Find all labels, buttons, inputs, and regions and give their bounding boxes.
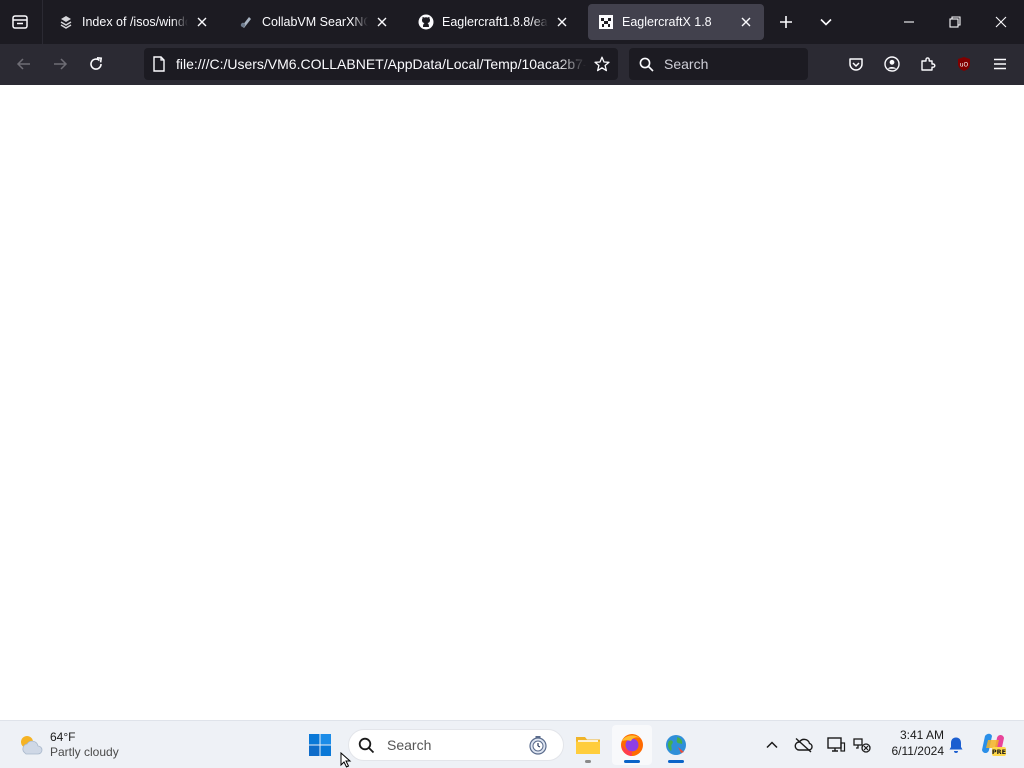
reload-button[interactable] [80,48,112,80]
search-bar[interactable] [629,48,808,80]
arrow-right-icon [54,58,68,70]
ublock-origin-icon: uO [958,57,970,71]
taskbar-search-input[interactable] [385,736,519,754]
chevron-down-icon [820,18,832,26]
list-all-tabs-button[interactable] [812,8,840,36]
extensions-button[interactable] [912,48,944,80]
taskbar-network-app[interactable] [656,725,696,765]
display-status[interactable] [824,733,848,757]
arrow-left-icon [16,58,30,70]
search-input[interactable] [662,55,796,73]
tab-close-icon[interactable] [554,14,570,30]
copilot-icon: PRE [982,733,1006,756]
restore-button[interactable] [932,0,978,44]
new-tab-button[interactable] [772,8,800,36]
puzzle-icon [921,57,936,71]
navigation-toolbar: file:///C:/Users/VM6.COLLABNET/AppData/L… [0,44,1024,85]
firefox-view-button[interactable] [6,8,34,36]
weather-widget[interactable]: 64°F Partly cloudy [16,727,119,763]
show-hidden-icons-button[interactable] [760,733,784,757]
minimize-icon [904,21,914,23]
tab-github-eaglercraft[interactable]: Eaglercraft1.8.8/eaglercraft [408,4,580,40]
display-icon [827,737,846,752]
file-icon [153,56,165,72]
taskbar-firefox[interactable] [612,725,652,765]
close-window-button[interactable] [978,0,1024,44]
taskbar-file-explorer[interactable] [568,725,608,765]
folder-icon [576,737,600,754]
running-indicator [624,760,640,763]
pocket-icon [849,58,863,71]
restore-icon [949,16,961,28]
start-button[interactable] [300,725,340,765]
tab-title: Index of /isos/windows [82,15,188,29]
back-button[interactable] [8,48,40,80]
site-favicon-stack-icon [58,14,74,30]
windows-start-icon [309,734,331,756]
plus-icon [780,16,792,28]
taskbar-search[interactable] [348,729,564,761]
bell-icon [949,737,963,753]
cloud-offline-icon [794,737,813,753]
page-content[interactable] [0,85,1024,720]
tab-index-of-isos[interactable]: Index of /isos/windows [48,4,220,40]
search-icon [358,737,375,753]
account-button[interactable] [876,48,908,80]
pocket-button[interactable] [840,48,872,80]
star-icon [594,56,610,72]
mouse-cursor-icon [340,752,352,768]
url-bar[interactable]: file:///C:/Users/VM6.COLLABNET/AppData/L… [144,48,618,80]
network-status[interactable] [850,733,874,757]
hamburger-menu-icon [994,58,1006,70]
tab-title: Eaglercraft1.8.8/eaglercraft [442,15,548,29]
github-favicon-icon [418,14,434,30]
tab-bar: Index of /isos/windows CollabVM SearXNG … [0,0,1024,44]
chevron-up-icon [766,741,778,749]
svg-text:uO: uO [960,62,969,69]
tab-separator [42,0,43,44]
running-indicator [668,760,684,763]
tab-title: EaglercraftX 1.8 [622,15,712,29]
minimize-button[interactable] [886,0,932,44]
notifications-button[interactable] [944,733,968,757]
windows-taskbar: 64°F Partly cloudy Search 3:41 AM 6/11/2… [0,720,1024,768]
system-clock[interactable]: 3:41 AM 6/11/2024 [880,727,945,759]
tab-title: CollabVM SearXNG [262,15,368,29]
account-icon [884,56,900,72]
weather-description: Partly cloudy [50,745,119,759]
bookmark-star-button[interactable] [586,48,618,80]
onedrive-status[interactable] [792,733,816,757]
app-menu-button[interactable] [984,48,1016,80]
tab-close-icon[interactable] [738,14,754,30]
firefox-view-icon [12,15,28,29]
clock-time: 3:41 AM [899,728,944,742]
search-highlight-icon [529,736,547,755]
search-icon [639,57,654,72]
copilot-button[interactable]: PRE [978,729,1008,759]
tab-close-icon[interactable] [374,14,390,30]
tab-close-icon[interactable] [194,14,210,30]
running-indicator [585,760,591,763]
firefox-icon [621,734,643,756]
clock-date: 6/11/2024 [891,744,945,758]
network-globe-icon [666,735,686,755]
close-icon [995,16,1007,28]
network-disconnected-icon [853,738,871,753]
url-text[interactable]: file:///C:/Users/VM6.COLLABNET/AppData/L… [176,56,586,72]
svg-text:PRE: PRE [992,748,1006,756]
searxng-favicon-icon [238,14,254,30]
ublock-origin-button[interactable]: uO [948,48,980,80]
weather-temperature: 64°F [50,730,76,744]
partly-cloudy-icon [21,736,43,755]
forward-button[interactable] [44,48,76,80]
eaglercraft-favicon-icon [598,14,614,30]
tab-collabvm-searxng[interactable]: CollabVM SearXNG [228,4,400,40]
reload-icon [90,57,103,70]
tab-eaglercraftx[interactable]: EaglercraftX 1.8 [588,4,764,40]
